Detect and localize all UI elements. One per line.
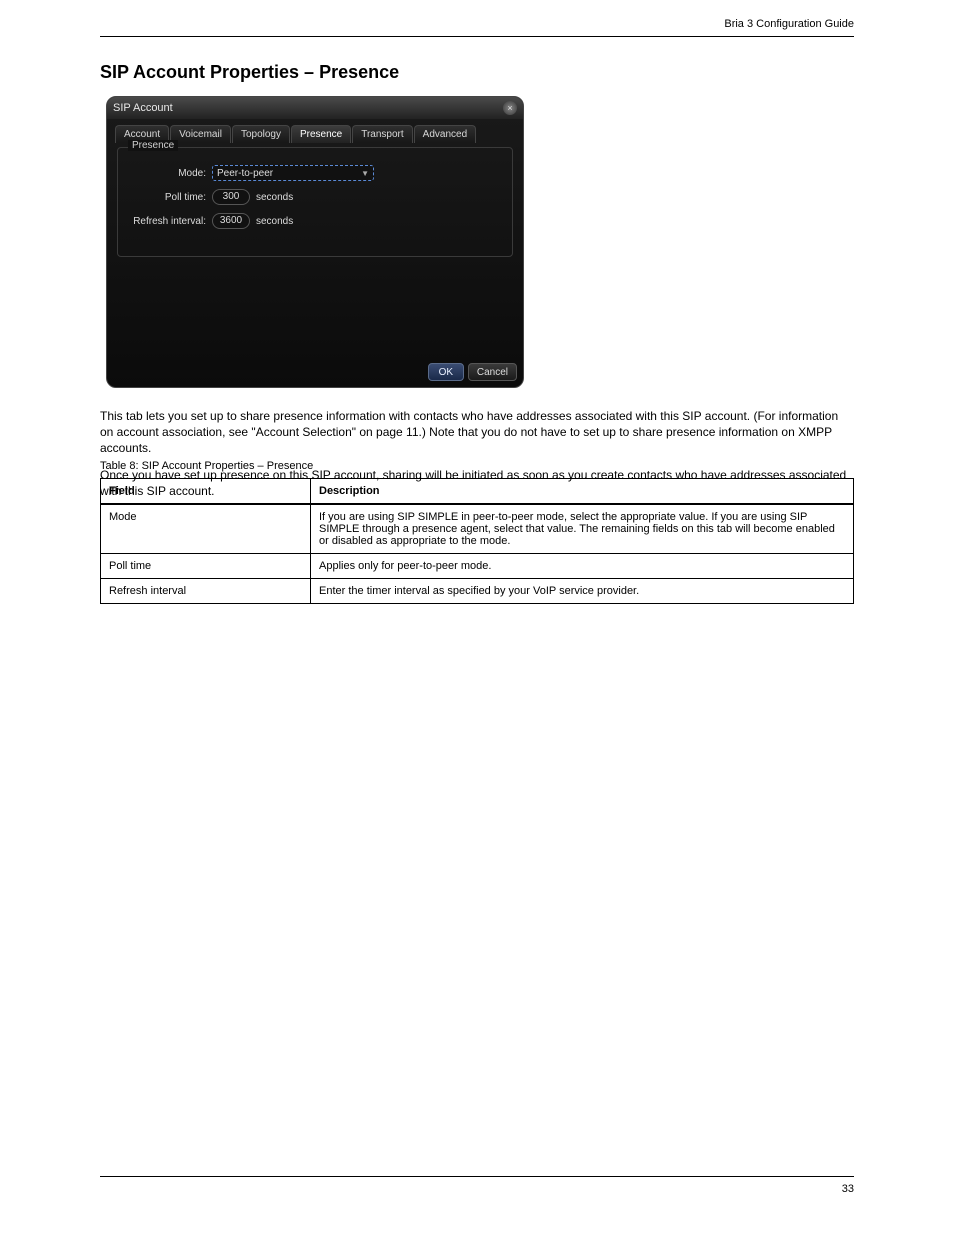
group-title: Presence <box>128 140 178 151</box>
page-number: 33 <box>842 1183 854 1195</box>
table-row: Poll time Applies only for peer-to-peer … <box>101 554 854 579</box>
cell-field: Mode <box>101 504 311 554</box>
mode-dropdown[interactable]: Peer-to-peer ▼ <box>212 165 374 181</box>
tab-presence[interactable]: Presence <box>291 125 351 143</box>
tab-topology[interactable]: Topology <box>232 125 290 143</box>
th-description: Description <box>311 479 854 505</box>
sip-account-dialog: SIP Account × Account Voicemail Topology… <box>106 96 524 388</box>
footer-rule <box>100 1176 854 1177</box>
properties-table: Field Description Mode If you are using … <box>100 478 854 604</box>
refresh-input[interactable]: 3600 <box>212 213 250 229</box>
chevron-down-icon: ▼ <box>361 169 369 178</box>
table-row: Refresh interval Enter the timer interva… <box>101 579 854 604</box>
refresh-label: Refresh interval: <box>128 216 212 227</box>
dialog-title: SIP Account <box>113 102 173 114</box>
refresh-units: seconds <box>256 216 293 227</box>
poll-label: Poll time: <box>128 192 212 203</box>
row-refresh: Refresh interval: 3600 seconds <box>128 212 502 230</box>
presence-group: Presence Mode: Peer-to-peer ▼ Poll time:… <box>117 147 513 257</box>
cell-desc: If you are using SIP SIMPLE in peer-to-p… <box>311 504 854 554</box>
cancel-button[interactable]: Cancel <box>468 363 517 381</box>
close-icon[interactable]: × <box>503 101 517 115</box>
header-rule <box>100 36 854 37</box>
cell-desc: Enter the timer interval as specified by… <box>311 579 854 604</box>
ok-button[interactable]: OK <box>428 363 464 381</box>
table-row: Mode If you are using SIP SIMPLE in peer… <box>101 504 854 554</box>
mode-value: Peer-to-peer <box>217 168 273 179</box>
cell-field: Refresh interval <box>101 579 311 604</box>
dialog-footer: OK Cancel <box>428 363 517 381</box>
page-heading: SIP Account Properties – Presence <box>100 62 399 83</box>
header-product: Bria 3 Configuration Guide <box>724 18 854 30</box>
cell-field: Poll time <box>101 554 311 579</box>
table-caption: Table 8: SIP Account Properties – Presen… <box>100 460 313 472</box>
cell-desc: Applies only for peer-to-peer mode. <box>311 554 854 579</box>
tab-transport[interactable]: Transport <box>352 125 412 143</box>
paragraph-1: This tab lets you set up to share presen… <box>100 408 854 457</box>
th-field: Field <box>101 479 311 505</box>
poll-input[interactable]: 300 <box>212 189 250 205</box>
tab-advanced[interactable]: Advanced <box>414 125 476 143</box>
row-mode: Mode: Peer-to-peer ▼ <box>128 164 502 182</box>
table-header-row: Field Description <box>101 479 854 505</box>
row-poll: Poll time: 300 seconds <box>128 188 502 206</box>
mode-label: Mode: <box>128 168 212 179</box>
tab-voicemail[interactable]: Voicemail <box>170 125 231 143</box>
poll-units: seconds <box>256 192 293 203</box>
dialog-titlebar: SIP Account × <box>107 97 523 119</box>
